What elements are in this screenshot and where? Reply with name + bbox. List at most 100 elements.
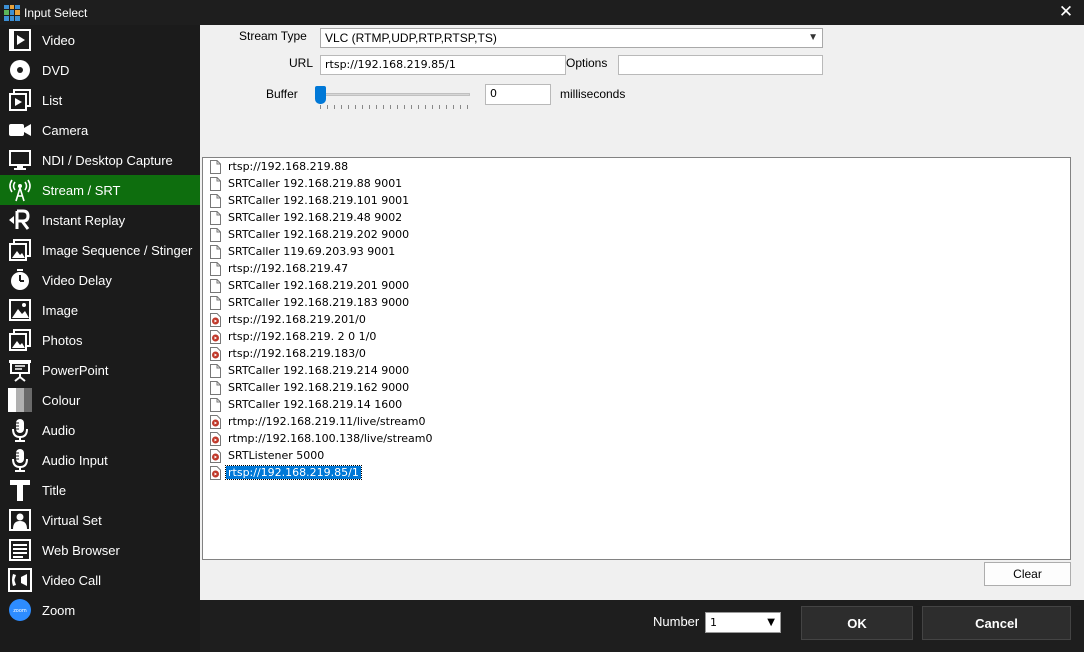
image-sequence-icon	[7, 237, 33, 263]
app-logo-icon	[4, 4, 20, 21]
list-item[interactable]: SRTCaller 192.168.219.88 9001	[203, 175, 1070, 192]
web-browser-icon	[7, 537, 33, 563]
file-icon	[210, 193, 221, 208]
list-item[interactable]: rtmp://192.168.100.138/live/stream0	[203, 430, 1070, 447]
image-icon	[7, 297, 33, 323]
list-item[interactable]: SRTCaller 192.168.219.162 9000	[203, 379, 1070, 396]
list-item-text: rtsp://192.168.219.85/1	[225, 465, 362, 480]
sidebar-item-video[interactable]: Video	[0, 25, 200, 55]
sidebar-item-web-browser[interactable]: Web Browser	[0, 535, 200, 565]
sidebar-item-colour[interactable]: Colour	[0, 385, 200, 415]
url-input[interactable]: rtsp://192.168.219.85/1	[320, 55, 566, 75]
sidebar-item-dvd[interactable]: DVD	[0, 55, 200, 85]
sidebar-item-label: DVD	[42, 62, 70, 78]
buffer-slider-thumb[interactable]	[315, 86, 326, 104]
close-icon[interactable]: ✕	[1056, 2, 1076, 22]
file-icon	[210, 363, 221, 378]
stream-type-label: Stream Type	[239, 29, 307, 43]
microphone-icon	[7, 417, 33, 443]
sidebar-item-video-delay[interactable]: Video Delay	[0, 265, 200, 295]
list-item[interactable]: rtsp://192.168.219.183/0	[203, 345, 1070, 362]
buffer-input[interactable]: 0	[485, 84, 551, 105]
sidebar-item-instant-replay[interactable]: Instant Replay	[0, 205, 200, 235]
media-file-icon	[210, 448, 221, 463]
ok-button[interactable]: OK	[801, 606, 913, 640]
list-item[interactable]: rtsp://192.168.219.47	[203, 260, 1070, 277]
buffer-label: Buffer	[266, 87, 298, 101]
sidebar-item-label: PowerPoint	[42, 362, 109, 378]
sidebar-item-image-sequence-stinger[interactable]: Image Sequence / Stinger	[0, 235, 200, 265]
list-item[interactable]: SRTCaller 192.168.219.101 9001	[203, 192, 1070, 209]
list-item[interactable]: SRTListener 5000	[203, 447, 1070, 464]
sidebar-item-label: List	[42, 92, 63, 108]
sidebar-item-audio-input[interactable]: Audio Input	[0, 445, 200, 475]
dvd-icon	[7, 57, 33, 83]
list-item[interactable]: SRTCaller 192.168.219.183 9000	[203, 294, 1070, 311]
sidebar-item-stream-srt[interactable]: Stream / SRT	[0, 175, 200, 205]
list-item[interactable]: rtsp://192.168.219.88	[203, 158, 1070, 175]
list-item-text: rtsp://192.168.219.47	[228, 262, 349, 275]
sidebar-item-label: Virtual Set	[42, 512, 102, 528]
list-item-text: SRTCaller 192.168.219.183 9000	[228, 296, 410, 309]
svg-text:zoom: zoom	[13, 608, 27, 614]
list-item-text: SRTCaller 192.168.219.214 9000	[228, 364, 410, 377]
list-item-text: SRTCaller 192.168.219.202 9000	[228, 228, 410, 241]
sidebar-item-label: Zoom	[42, 602, 76, 618]
monitor-icon	[7, 147, 33, 173]
sidebar-item-audio[interactable]: Audio	[0, 415, 200, 445]
file-icon	[210, 210, 221, 225]
file-icon	[210, 295, 221, 310]
options-input[interactable]	[618, 55, 823, 75]
file-icon	[210, 261, 221, 276]
media-file-icon	[210, 431, 221, 446]
sidebar-item-list[interactable]: List	[0, 85, 200, 115]
list-item[interactable]: rtmp://192.168.219.11/live/stream0	[203, 413, 1070, 430]
stream-type-select[interactable]: VLC (RTMP,UDP,RTP,RTSP,TS) ▼	[320, 28, 823, 48]
media-file-icon	[210, 312, 221, 327]
photos-icon	[7, 327, 33, 353]
sidebar-item-label: Colour	[42, 392, 81, 408]
list-icon	[7, 87, 33, 113]
list-item[interactable]: SRTCaller 192.168.219.14 1600	[203, 396, 1070, 413]
list-item[interactable]: SRTCaller 192.168.219.214 9000	[203, 362, 1070, 379]
sidebar-item-powerpoint[interactable]: PowerPoint	[0, 355, 200, 385]
sidebar-item-video-call[interactable]: Video Call	[0, 565, 200, 595]
list-item[interactable]: SRTCaller 119.69.203.93 9001	[203, 243, 1070, 260]
cancel-button[interactable]: Cancel	[922, 606, 1071, 640]
sidebar-item-image[interactable]: Image	[0, 295, 200, 325]
sidebar-item-title[interactable]: Title	[0, 475, 200, 505]
sidebar-item-label: Image	[42, 302, 79, 318]
video-call-icon	[7, 567, 33, 593]
file-icon	[210, 244, 221, 259]
sidebar-item-virtual-set[interactable]: Virtual Set	[0, 505, 200, 535]
sidebar-item-label: Stream / SRT	[42, 182, 121, 198]
sidebar-item-ndi-desktop-capture[interactable]: NDI / Desktop Capture	[0, 145, 200, 175]
clear-button[interactable]: Clear	[984, 562, 1071, 586]
sidebar-item-photos[interactable]: Photos	[0, 325, 200, 355]
list-item-text: SRTCaller 192.168.219.162 9000	[228, 381, 410, 394]
number-select[interactable]: 1 ▼	[705, 612, 781, 633]
sidebar-item-label: Video	[42, 32, 76, 48]
zoom-icon: zoom	[7, 597, 33, 623]
stream-history-list[interactable]: rtsp://192.168.219.88 SRTCaller 192.168.2…	[202, 157, 1071, 560]
list-item[interactable]: rtsp://192.168.219. 2 0 1/0	[203, 328, 1070, 345]
list-item[interactable]: SRTCaller 192.168.219.201 9000	[203, 277, 1070, 294]
list-item-text: rtmp://192.168.100.138/live/stream0	[228, 432, 433, 445]
url-label: URL	[289, 56, 314, 70]
list-item[interactable]: rtsp://192.168.219.201/0	[203, 311, 1070, 328]
sidebar-item-camera[interactable]: Camera	[0, 115, 200, 145]
file-icon	[210, 159, 221, 174]
list-item-text: SRTCaller 192.168.219.48 9002	[228, 211, 403, 224]
number-value: 1	[710, 616, 717, 629]
list-item[interactable]: rtsp://192.168.219.85/1	[203, 464, 1070, 481]
sidebar-item-zoom[interactable]: zoom Zoom	[0, 595, 200, 625]
list-item-text: rtsp://192.168.219. 2 0 1/0	[228, 330, 377, 343]
list-item[interactable]: SRTCaller 192.168.219.48 9002	[203, 209, 1070, 226]
presentation-icon	[7, 357, 33, 383]
timer-icon	[7, 267, 33, 293]
sidebar-item-label: Video Call	[42, 572, 102, 588]
sidebar-item-label: Audio	[42, 422, 76, 438]
buffer-slider-track[interactable]	[320, 93, 470, 96]
input-type-sidebar: Video DVD List Camera NDI / Desktop Capture S…	[0, 25, 200, 652]
list-item[interactable]: SRTCaller 192.168.219.202 9000	[203, 226, 1070, 243]
